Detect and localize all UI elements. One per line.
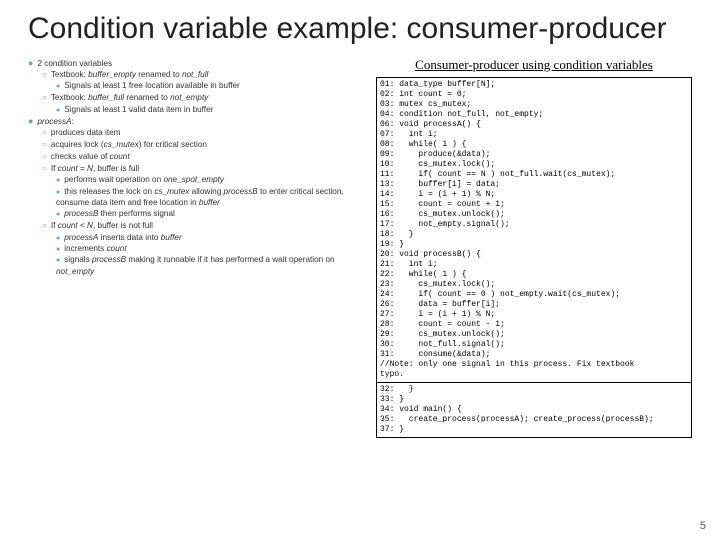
sub2-wait: performs wait operation on one_spot_empt… xyxy=(56,174,368,185)
text: Signals at least 1 valid data item in bu… xyxy=(64,105,213,114)
sub-checks: checks value of count xyxy=(42,151,368,163)
code-listing-1: 01: data_type buffer[N]; 02: int count =… xyxy=(376,77,692,383)
right-column: Consumer-producer using condition variab… xyxy=(376,57,692,438)
bullet-condvars: 2 condition variables Textbook: buffer_e… xyxy=(28,57,368,116)
sub2-increment: increments count xyxy=(56,243,368,254)
sub-produces: produces data item xyxy=(42,127,368,139)
sub2-insert: processA inserts data into buffer xyxy=(56,232,368,243)
sub-acquires: acquires lock (cs_mutex) for critical se… xyxy=(42,139,368,151)
bullet-text: 2 condition variables xyxy=(37,59,112,68)
slide-title: Condition variable example: consumer-pro… xyxy=(28,12,692,47)
text: Signals at least 1 free location availab… xyxy=(64,81,240,90)
sub2-signal: processB then performs signal xyxy=(56,208,368,219)
code-listing-2: 32: } 33: } 34: void main() { 35: create… xyxy=(376,383,692,438)
content-columns: 2 condition variables Textbook: buffer_e… xyxy=(28,57,692,438)
sub-if-full: If count = N, buffer is full performs wa… xyxy=(42,163,368,220)
left-column: 2 condition variables Textbook: buffer_e… xyxy=(28,57,368,438)
sub2-release: this releases the lock on cs_mutex allow… xyxy=(56,186,368,209)
sub2-signalb: signals processB making it runnable if i… xyxy=(56,254,368,277)
bullet-processa: processA: produces data item acquires lo… xyxy=(28,115,368,277)
sub2-signals-valid: Signals at least 1 valid data item in bu… xyxy=(56,104,368,115)
slide: Condition variable example: consumer-pro… xyxy=(0,0,720,540)
sub-buffer-full: Textbook: buffer_full renamed to not_emp… xyxy=(42,92,368,115)
page-number: 5 xyxy=(700,520,706,532)
sub-if-notfull: If count < N, buffer is not full process… xyxy=(42,220,368,277)
sub-buffer-empty: Textbook: buffer_empty renamed to not_fu… xyxy=(42,69,368,92)
code-title: Consumer-producer using condition variab… xyxy=(376,57,692,73)
sub2-signals-free: Signals at least 1 free location availab… xyxy=(56,80,368,91)
text: produces data item xyxy=(51,128,121,137)
